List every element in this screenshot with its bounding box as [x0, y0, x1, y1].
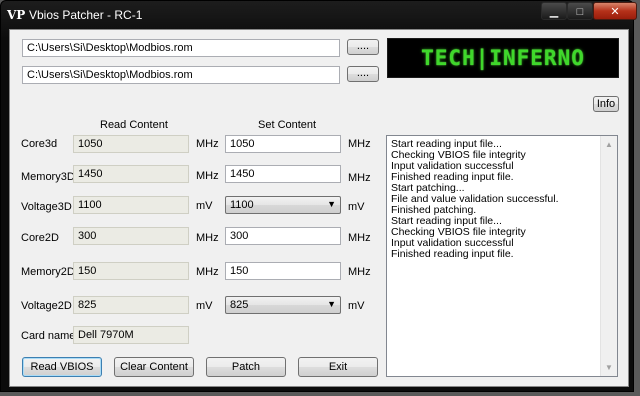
set-unit: MHz: [348, 266, 371, 278]
set-memory2d-input[interactable]: 150: [225, 262, 341, 280]
read-unit: MHz: [196, 170, 219, 182]
read-unit: mV: [196, 300, 213, 312]
set-unit: mV: [348, 201, 365, 213]
row-label: Core3d: [21, 138, 58, 150]
read-value-field: 1100: [73, 196, 189, 214]
set-voltage2d-dropdown[interactable]: 825 ▼: [225, 296, 341, 314]
log-textbox[interactable]: Start reading input file... Checking VBIO…: [386, 135, 618, 377]
browse-input-button[interactable]: ....: [347, 39, 379, 55]
set-content-header: Set Content: [258, 119, 317, 131]
card-name-label: Card name: [21, 330, 76, 342]
read-value-field: 825: [73, 296, 189, 314]
set-core2d-input[interactable]: 300: [225, 227, 341, 245]
set-unit: MHz: [348, 172, 371, 184]
log-lines: Start reading input file... Checking VBIO…: [391, 139, 599, 260]
read-value-field: 1450: [73, 165, 189, 183]
dropdown-arrow-icon: ▼: [327, 199, 336, 209]
title-bar[interactable]: VP Vbios Patcher - RC-1 ▁ □ ✕: [1, 1, 637, 29]
read-unit: MHz: [196, 232, 219, 244]
row-label: Memory2D: [21, 266, 75, 278]
dropdown-arrow-icon: ▼: [327, 299, 336, 309]
set-voltage3d-dropdown[interactable]: 1100 ▼: [225, 196, 341, 214]
read-unit: mV: [196, 200, 213, 212]
logo-text: TECH|INFERNO: [421, 46, 585, 70]
techinferno-logo: TECH|INFERNO: [387, 38, 619, 78]
log-line: Finished reading input file.: [391, 248, 514, 260]
row-label: Voltage2D: [21, 300, 72, 312]
read-vbios-button[interactable]: Read VBIOS: [22, 357, 102, 377]
close-button[interactable]: ✕: [593, 2, 637, 20]
browse-output-button[interactable]: ....: [347, 66, 379, 82]
dropdown-value: 825: [230, 299, 249, 311]
set-unit: MHz: [348, 138, 371, 150]
read-unit: MHz: [196, 138, 219, 150]
row-label: Core2D: [21, 232, 59, 244]
read-value-field: 150: [73, 262, 189, 280]
patch-button[interactable]: Patch: [206, 357, 286, 377]
scroll-up-icon[interactable]: ▲: [601, 136, 617, 153]
read-value-field: 300: [73, 227, 189, 245]
input-file-path-field[interactable]: C:\Users\Si\Desktop\Modbios.rom: [22, 39, 340, 57]
exit-button[interactable]: Exit: [298, 357, 378, 377]
output-file-path-field[interactable]: C:\Users\Si\Desktop\Modbios.rom: [22, 66, 340, 84]
info-button[interactable]: Info: [593, 96, 619, 112]
app-window: VP Vbios Patcher - RC-1 ▁ □ ✕ C:\Users\S…: [0, 0, 637, 392]
set-memory3d-input[interactable]: 1450: [225, 165, 341, 183]
dropdown-value: 1100: [230, 199, 254, 211]
set-core3d-input[interactable]: 1050: [225, 135, 341, 153]
window-title: Vbios Patcher - RC-1: [29, 8, 143, 22]
clear-content-button[interactable]: Clear Content: [114, 357, 194, 377]
set-unit: MHz: [348, 232, 371, 244]
card-name-field: Dell 7970M: [73, 326, 189, 344]
set-unit: mV: [348, 300, 365, 312]
read-content-header: Read Content: [100, 119, 168, 131]
app-icon: VP: [7, 8, 26, 22]
scroll-down-icon[interactable]: ▼: [601, 359, 617, 376]
client-area: C:\Users\Si\Desktop\Modbios.rom .... C:\…: [9, 29, 629, 387]
minimize-button[interactable]: ▁: [541, 2, 567, 20]
row-label: Memory3D: [21, 171, 75, 183]
log-scrollbar[interactable]: ▲ ▼: [600, 136, 617, 376]
row-label: Voltage3D: [21, 201, 72, 213]
read-value-field: 1050: [73, 135, 189, 153]
read-unit: MHz: [196, 266, 219, 278]
maximize-button[interactable]: □: [567, 2, 593, 20]
